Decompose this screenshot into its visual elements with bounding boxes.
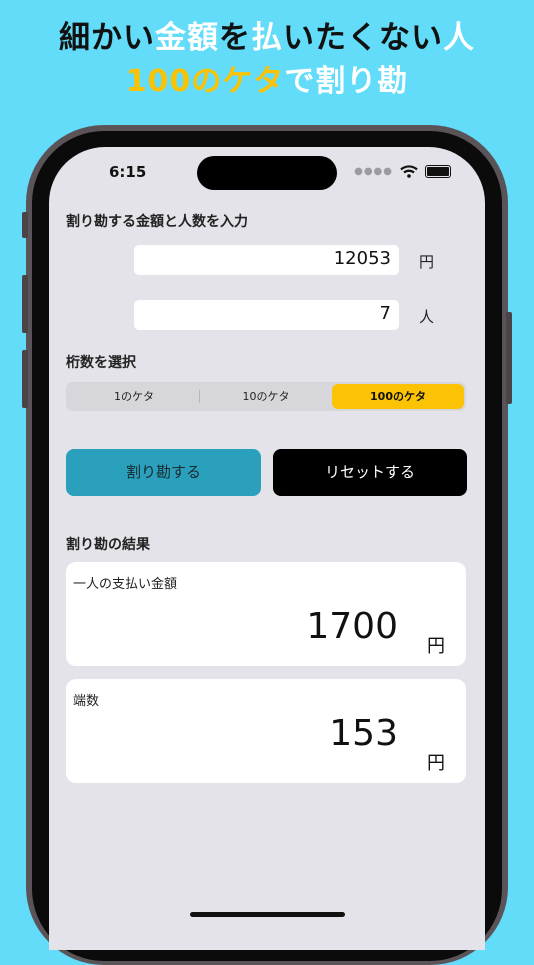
per-person-amount: 1700 xyxy=(306,606,398,647)
headline-segment: を xyxy=(219,20,251,56)
per-person-card: 一人の支払い金額 1700 円 xyxy=(66,562,466,666)
per-person-unit: 円 xyxy=(427,636,445,657)
result-section-label: 割り勘の結果 xyxy=(66,537,150,553)
volume-up-button xyxy=(22,275,28,333)
headline-segment: 100のケタ xyxy=(125,64,285,99)
headline-segment: 払 xyxy=(251,20,283,56)
headline-segment: 細かい xyxy=(59,20,155,56)
status-time: 6:15 xyxy=(109,163,147,181)
battery-icon xyxy=(425,165,451,178)
volume-down-button xyxy=(22,350,28,408)
digit-segmented-control: 1のケタ 10のケタ 100のケタ xyxy=(66,382,466,411)
status-icons: ●●●● xyxy=(354,165,451,178)
app-screen: 6:15 ●●●● 割り勘する金額と人数を入力 12053 円 7 人 桁数を選… xyxy=(49,147,485,950)
remainder-amount: 153 xyxy=(329,713,398,754)
calculate-button[interactable]: 割り勘する xyxy=(66,449,261,496)
reset-button[interactable]: リセットする xyxy=(273,449,467,496)
signal-icon: ●●●● xyxy=(354,166,393,177)
headline-segment: で割り勘 xyxy=(284,64,409,99)
per-person-label: 一人の支払い金額 xyxy=(73,577,178,592)
home-indicator xyxy=(190,912,345,917)
segment-ones[interactable]: 1のケタ xyxy=(68,384,200,409)
input-section-label: 割り勘する金額と人数を入力 xyxy=(66,214,248,230)
headline-segment: 人 xyxy=(443,20,475,56)
power-button xyxy=(506,312,512,404)
headline-line-2: 100のケタで割り勘 xyxy=(0,56,534,100)
people-input[interactable]: 7 xyxy=(134,300,399,330)
headline-segment: 金額 xyxy=(155,20,219,56)
segment-tens[interactable]: 10のケタ xyxy=(200,384,332,409)
digits-section-label: 桁数を選択 xyxy=(66,355,136,371)
amount-unit: 円 xyxy=(419,253,435,271)
wifi-icon xyxy=(400,165,418,178)
headline-line-1: 細かい金額を払いたくない人 xyxy=(0,12,534,57)
mute-switch xyxy=(22,212,28,238)
segment-hundreds[interactable]: 100のケタ xyxy=(332,384,464,409)
headline-segment: いたくない xyxy=(283,20,443,56)
dynamic-island xyxy=(197,156,337,190)
remainder-card: 端数 153 円 xyxy=(66,679,466,783)
remainder-unit: 円 xyxy=(427,753,445,774)
remainder-label: 端数 xyxy=(73,694,100,709)
people-unit: 人 xyxy=(419,308,435,326)
amount-input[interactable]: 12053 xyxy=(134,245,399,275)
